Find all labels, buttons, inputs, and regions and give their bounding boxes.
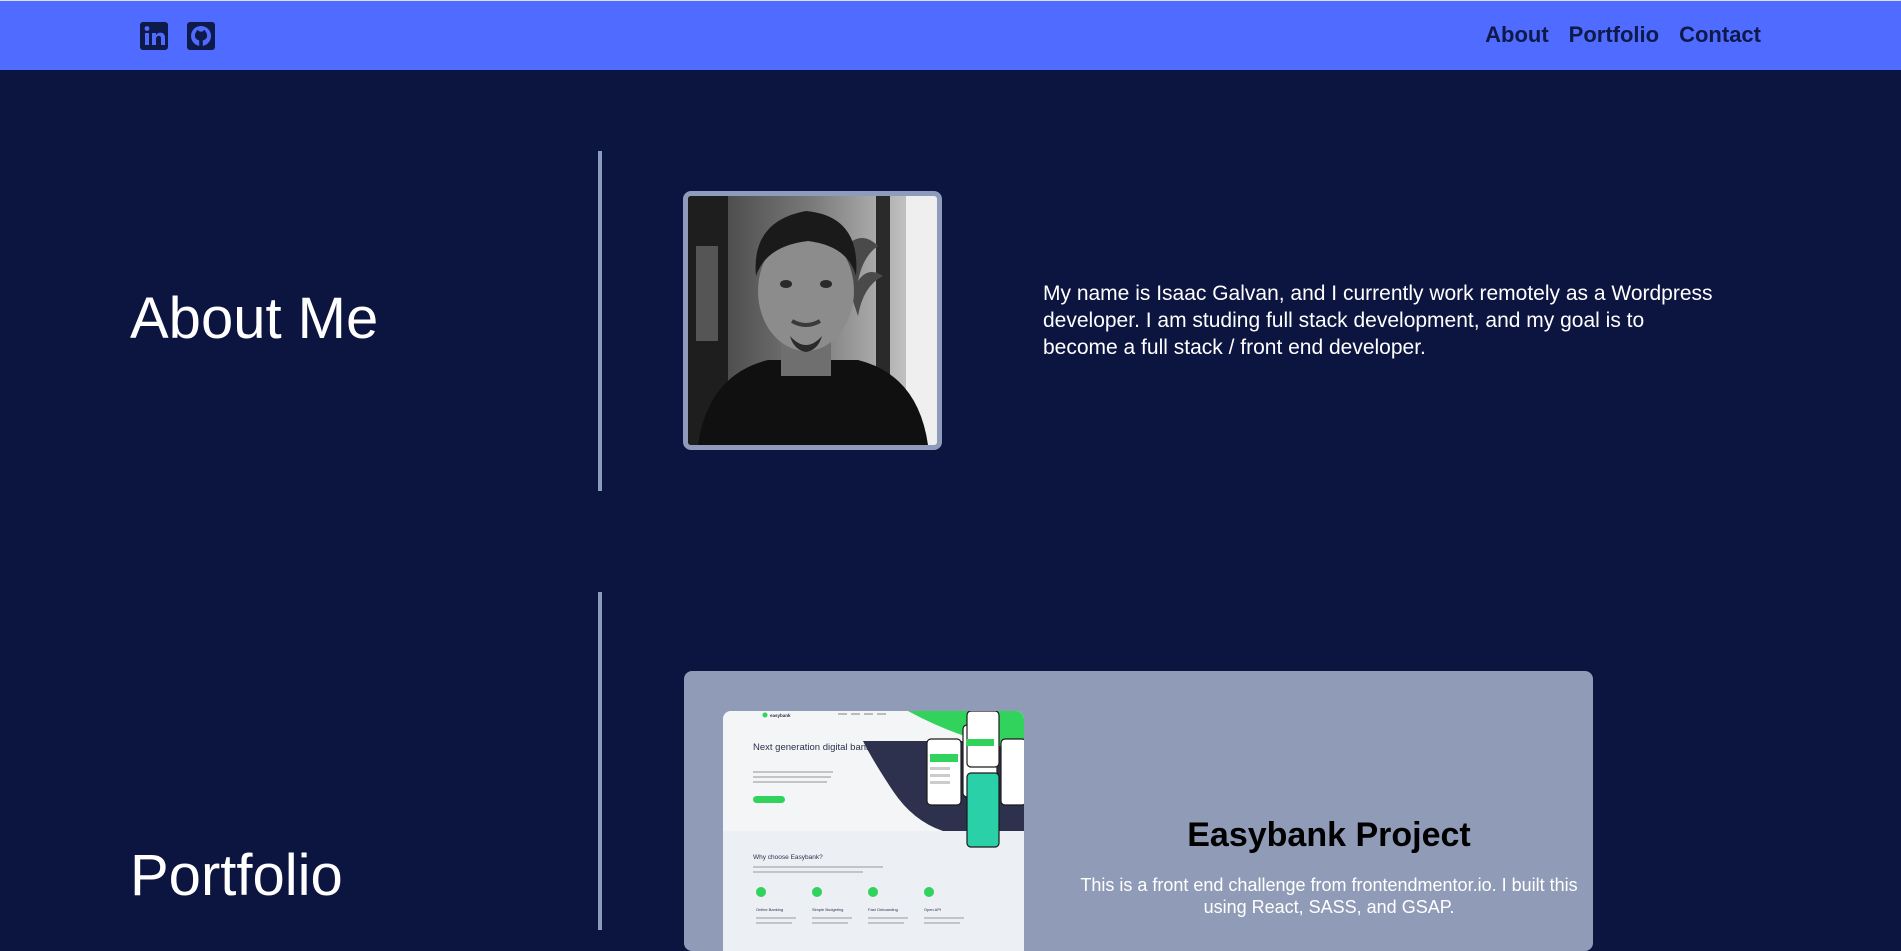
- screenshot-feature-4: Open API: [924, 907, 941, 912]
- github-icon: [187, 22, 215, 50]
- nav-portfolio-link[interactable]: Portfolio: [1569, 22, 1659, 48]
- linkedin-link[interactable]: [140, 22, 168, 50]
- project-title: Easybank Project: [1187, 816, 1471, 854]
- about-divider: [598, 151, 602, 491]
- top-navbar: About Portfolio Contact: [0, 0, 1901, 70]
- project-screenshot[interactable]: easybank Next generation digital banking: [723, 711, 1024, 951]
- portfolio-heading: Portfolio: [130, 843, 343, 908]
- screenshot-brand: easybank: [770, 713, 791, 718]
- screenshot-headline: Next generation digital banking: [753, 742, 883, 753]
- screenshot-feature-1: Online Banking: [756, 907, 783, 912]
- project-card[interactable]: easybank Next generation digital banking: [684, 671, 1593, 951]
- profile-portrait-image: [688, 196, 937, 445]
- about-description: My name is Isaac Galvan, and I currently…: [1043, 282, 1713, 359]
- easybank-screenshot-image: easybank Next generation digital banking: [723, 711, 1024, 951]
- nav-about-link[interactable]: About: [1485, 22, 1549, 48]
- profile-photo: [683, 191, 942, 450]
- linkedin-icon: [140, 22, 168, 50]
- about-heading: About Me: [130, 286, 379, 351]
- project-description: This is a front end challenge from front…: [1080, 875, 1578, 917]
- portfolio-divider: [598, 592, 602, 930]
- nav-contact-link[interactable]: Contact: [1679, 22, 1761, 48]
- screenshot-feature-2: Simple Budgeting: [812, 907, 843, 912]
- screenshot-section-heading: Why choose Easybank?: [753, 854, 823, 861]
- main-nav: About Portfolio Contact: [1485, 22, 1761, 48]
- github-link[interactable]: [187, 22, 215, 50]
- screenshot-feature-3: Fast Onboarding: [868, 907, 898, 912]
